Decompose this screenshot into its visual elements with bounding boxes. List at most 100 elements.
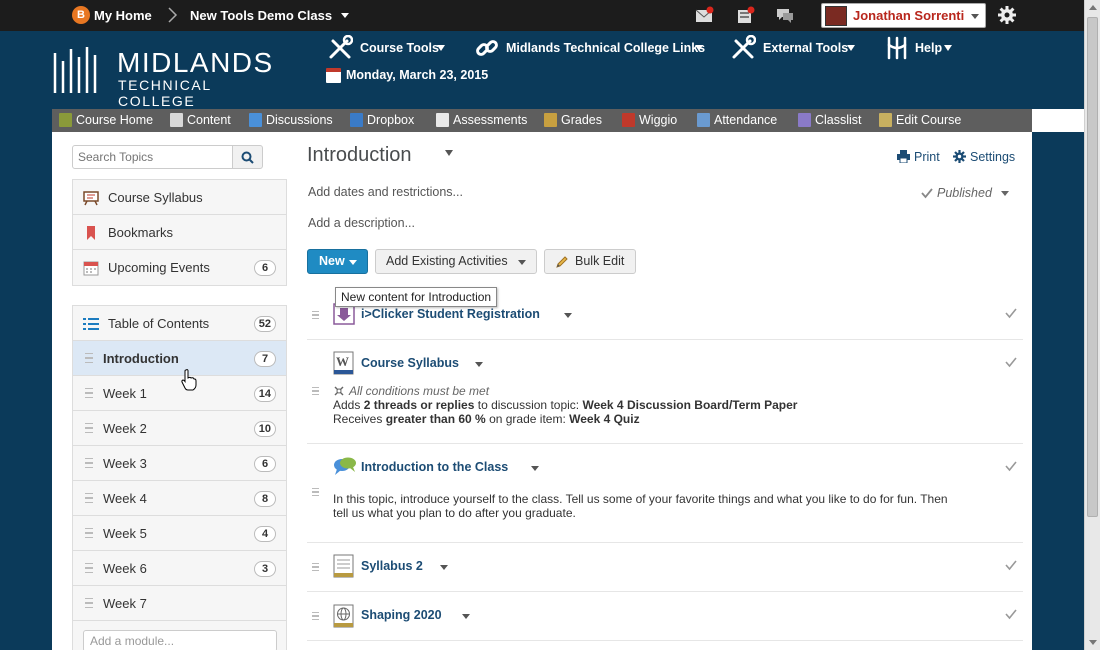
course-tools-menu[interactable]: Course Tools bbox=[327, 35, 452, 59]
college-links-menu[interactable]: Midlands Technical College Links bbox=[474, 38, 709, 58]
drag-handle-icon[interactable] bbox=[85, 423, 93, 433]
home-icon[interactable]: B bbox=[72, 6, 90, 24]
module-item-week-6[interactable]: Week 6 3 bbox=[73, 551, 286, 586]
word-document-icon: W bbox=[333, 351, 354, 375]
chevron-down-icon[interactable] bbox=[564, 313, 572, 318]
module-label: Week 5 bbox=[103, 526, 147, 541]
sidebar-item-course-syllabus[interactable]: Course Syllabus bbox=[73, 180, 286, 215]
checkmark-icon bbox=[1005, 357, 1017, 368]
minibar: B My Home New Tools Demo Class Jonathan … bbox=[0, 0, 1084, 31]
content-item-row[interactable]: W Course Syllabus All conditions must be… bbox=[307, 340, 1023, 444]
module-item-week-3[interactable]: Week 3 6 bbox=[73, 446, 286, 481]
attendance-icon bbox=[697, 113, 710, 127]
sidebar-item-bookmarks[interactable]: Bookmarks bbox=[73, 215, 286, 250]
chevron-down-icon bbox=[1001, 191, 1009, 196]
checkmark-icon bbox=[921, 188, 933, 199]
scroll-up-icon[interactable] bbox=[1089, 5, 1097, 10]
content-item-title[interactable]: Introduction to the Class bbox=[361, 460, 508, 475]
add-module-input[interactable]: Add a module... bbox=[83, 630, 277, 650]
college-links-label: Midlands Technical College Links bbox=[506, 41, 706, 55]
drag-handle-icon[interactable] bbox=[312, 387, 319, 395]
page-scrollbar[interactable] bbox=[1084, 0, 1100, 650]
module-label: Week 1 bbox=[103, 386, 147, 401]
course-selector-caret-icon[interactable] bbox=[341, 13, 349, 18]
external-tools-menu[interactable]: External Tools bbox=[730, 35, 860, 59]
drag-handle-icon[interactable] bbox=[85, 528, 93, 538]
content-item-row[interactable]: Syllabus 2 bbox=[307, 543, 1023, 592]
bookmark-icon bbox=[87, 226, 95, 240]
module-item-week-1[interactable]: Week 1 14 bbox=[73, 376, 286, 411]
content-item-row[interactable]: Shaping 2020 bbox=[307, 592, 1023, 641]
module-label: Introduction bbox=[103, 351, 179, 366]
module-item-introduction[interactable]: Introduction 7 bbox=[73, 341, 286, 376]
content-item-title[interactable]: Course Syllabus bbox=[361, 356, 459, 371]
title-menu-chevron-down-icon[interactable] bbox=[445, 150, 453, 156]
drag-handle-icon[interactable] bbox=[85, 388, 93, 398]
sidebar-item-label: Upcoming Events bbox=[108, 260, 210, 275]
content-item-row[interactable]: Introduction to the Class In this topic,… bbox=[307, 444, 1023, 543]
search-topics-input[interactable] bbox=[72, 145, 233, 169]
tools-panel: Course Syllabus Bookmarks Upcoming Event… bbox=[72, 179, 287, 286]
module-item-week-5[interactable]: Week 5 4 bbox=[73, 516, 286, 551]
module-label: Week 7 bbox=[103, 596, 147, 611]
count-badge: 4 bbox=[254, 526, 276, 542]
content-item-title[interactable]: i>Clicker Student Registration bbox=[361, 307, 540, 322]
my-home-link[interactable]: My Home bbox=[94, 0, 152, 31]
release-conditions-icon bbox=[334, 386, 344, 396]
drag-handle-icon[interactable] bbox=[85, 598, 93, 608]
chevron-down-icon[interactable] bbox=[531, 466, 539, 471]
mail-alert-icon[interactable] bbox=[695, 6, 715, 25]
gear-icon[interactable] bbox=[997, 5, 1017, 25]
content-item-title[interactable]: Syllabus 2 bbox=[361, 559, 423, 574]
module-label: Week 6 bbox=[103, 561, 147, 576]
chevron-down-icon[interactable] bbox=[462, 614, 470, 619]
drag-handle-icon[interactable] bbox=[85, 458, 93, 468]
tooltip: New content for Introduction bbox=[335, 287, 498, 307]
add-description-link[interactable]: Add a description... bbox=[308, 216, 415, 231]
chevron-down-icon bbox=[518, 260, 526, 265]
drag-handle-icon[interactable] bbox=[85, 493, 93, 503]
content-icon bbox=[170, 113, 183, 127]
help-menu[interactable]: Help bbox=[884, 36, 956, 60]
drag-handle-icon[interactable] bbox=[312, 612, 319, 620]
description-line-2: tell us what you plan to do after you gr… bbox=[333, 506, 576, 520]
add-existing-activities-button[interactable]: Add Existing Activities bbox=[375, 249, 537, 274]
drag-handle-icon[interactable] bbox=[85, 353, 93, 363]
links-icon bbox=[476, 40, 498, 56]
chevron-down-icon[interactable] bbox=[440, 565, 448, 570]
module-item-week-7[interactable]: Week 7 bbox=[73, 586, 286, 621]
course-selector[interactable]: New Tools Demo Class bbox=[190, 0, 332, 31]
drag-handle-icon[interactable] bbox=[312, 488, 319, 496]
scrollbar-thumb[interactable] bbox=[1087, 17, 1098, 517]
user-menu[interactable]: Jonathan Sorrenti bbox=[821, 3, 986, 28]
condition-line-1: Adds 2 threads or replies to discussion … bbox=[333, 398, 798, 412]
module-item-week-2[interactable]: Week 2 10 bbox=[73, 411, 286, 446]
college-logo[interactable]: MIDLANDS TECHNICAL COLLEGE bbox=[52, 45, 292, 109]
toc-label: Table of Contents bbox=[108, 316, 210, 331]
module-item-week-4[interactable]: Week 4 8 bbox=[73, 481, 286, 516]
chevron-down-icon[interactable] bbox=[475, 362, 483, 367]
chevron-down-icon bbox=[944, 45, 952, 51]
scroll-down-icon[interactable] bbox=[1089, 640, 1097, 645]
drag-handle-icon[interactable] bbox=[312, 311, 319, 319]
bulk-edit-button[interactable]: Bulk Edit bbox=[544, 249, 636, 274]
tools-icon bbox=[329, 35, 353, 59]
logo-line2: TECHNICAL COLLEGE bbox=[118, 77, 212, 109]
count-badge: 10 bbox=[253, 421, 276, 437]
subscription-alert-icon[interactable] bbox=[736, 6, 756, 25]
table-of-contents[interactable]: Table of Contents 52 bbox=[73, 306, 286, 341]
messages-icon[interactable] bbox=[775, 6, 795, 25]
content-item-title[interactable]: Shaping 2020 bbox=[361, 608, 442, 623]
sidebar-item-upcoming-events[interactable]: Upcoming Events 6 bbox=[73, 250, 286, 285]
college-logo-mark-icon bbox=[53, 47, 97, 93]
published-label: Published bbox=[937, 186, 992, 200]
add-dates-link[interactable]: Add dates and restrictions... bbox=[308, 185, 463, 200]
checkmark-icon bbox=[1005, 609, 1017, 620]
new-button[interactable]: New bbox=[307, 249, 368, 274]
logo-line1: MIDLANDS bbox=[117, 47, 274, 78]
search-button[interactable] bbox=[232, 145, 263, 169]
drag-handle-icon[interactable] bbox=[312, 563, 319, 571]
web-page-icon bbox=[333, 604, 354, 628]
module-label: Week 4 bbox=[103, 491, 147, 506]
drag-handle-icon[interactable] bbox=[85, 563, 93, 573]
